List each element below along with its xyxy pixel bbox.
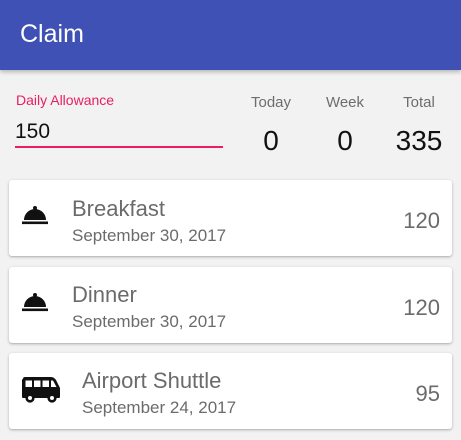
bus-icon bbox=[21, 376, 61, 409]
claim-amount: 120 bbox=[403, 208, 440, 233]
daily-allowance-label: Daily Allowance bbox=[16, 92, 115, 108]
claim-date: September 30, 2017 bbox=[72, 312, 227, 331]
app-bar: Claim bbox=[0, 0, 461, 70]
total-value: 335 bbox=[395, 125, 443, 156]
daily-allowance-input[interactable] bbox=[15, 114, 223, 148]
claim-title: Dinner bbox=[72, 282, 137, 307]
meal-cloche-icon bbox=[22, 291, 48, 318]
claim-date: September 24, 2017 bbox=[82, 398, 237, 417]
today-value: 0 bbox=[263, 125, 279, 156]
today-label: Today bbox=[250, 94, 292, 111]
claim-title: Breakfast bbox=[72, 196, 165, 221]
week-label: Week bbox=[325, 94, 365, 111]
claim-card-dinner[interactable]: Dinner September 30, 2017 120 bbox=[9, 267, 452, 343]
claim-card-breakfast[interactable]: Breakfast September 30, 2017 120 bbox=[9, 180, 452, 256]
claim-card-airport-shuttle[interactable]: Airport Shuttle September 24, 2017 95 bbox=[9, 353, 452, 429]
allowance-summary: Daily Allowance Today 0 Week 0 Total 335 bbox=[0, 70, 461, 170]
claim-amount: 95 bbox=[415, 381, 440, 406]
claim-title: Airport Shuttle bbox=[82, 368, 222, 393]
page-title: Claim bbox=[20, 20, 84, 48]
total-label: Total bbox=[403, 94, 435, 111]
meal-cloche-icon bbox=[22, 204, 48, 231]
claim-date: September 30, 2017 bbox=[72, 226, 227, 245]
week-value: 0 bbox=[337, 125, 353, 156]
claim-amount: 120 bbox=[403, 295, 440, 320]
